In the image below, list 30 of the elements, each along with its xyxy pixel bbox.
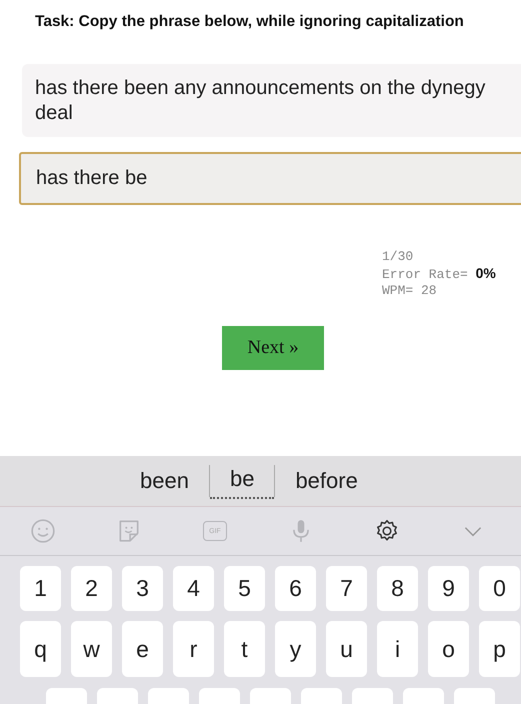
keyboard-key[interactable]: u xyxy=(326,621,367,677)
suggestion[interactable]: before xyxy=(275,464,378,498)
keyboard-key[interactable]: o xyxy=(428,621,469,677)
keyboard-key[interactable]: t xyxy=(224,621,265,677)
keyboard-key[interactable]: 9 xyxy=(428,566,469,611)
keyboard-key[interactable]: e xyxy=(122,621,163,677)
keyboard-key[interactable]: 0 xyxy=(479,566,520,611)
keyboard-key[interactable]: 2 xyxy=(71,566,112,611)
input-field[interactable]: has there be xyxy=(19,152,521,205)
suggestion[interactable]: been xyxy=(120,464,209,498)
keyboard-key[interactable]: 8 xyxy=(377,566,418,611)
keyboard-key[interactable]: 3 xyxy=(122,566,163,611)
keyboard-key[interactable]: r xyxy=(173,621,214,677)
keyboard-key[interactable]: i xyxy=(377,621,418,677)
next-button[interactable]: Next » xyxy=(222,326,324,370)
keyboard-key[interactable]: w xyxy=(71,621,112,677)
keyboard-key[interactable]: 4 xyxy=(173,566,214,611)
phrase-text: has there been any announcements on the dynegy deal xyxy=(35,76,486,126)
keyboard-key[interactable]: q xyxy=(20,621,61,677)
task-instruction: Task: Copy the phrase below, while ignoring capitalization xyxy=(35,13,465,31)
progress-count: 1/30 xyxy=(382,249,414,265)
keyboard-key[interactable]: 7 xyxy=(326,566,367,611)
keyboard-key[interactable]: 5 xyxy=(224,566,265,611)
keyboard-key[interactable]: y xyxy=(275,621,316,677)
keyboard-key[interactable]: 6 xyxy=(275,566,316,611)
stat-text: WPM= 28 xyxy=(382,283,438,299)
stat-text: Error Rate= 0% xyxy=(382,265,497,283)
keyboard-key[interactable]: 1 xyxy=(20,566,61,611)
keyboard-key[interactable]: p xyxy=(479,621,520,677)
emoji-icon[interactable] xyxy=(30,518,56,544)
